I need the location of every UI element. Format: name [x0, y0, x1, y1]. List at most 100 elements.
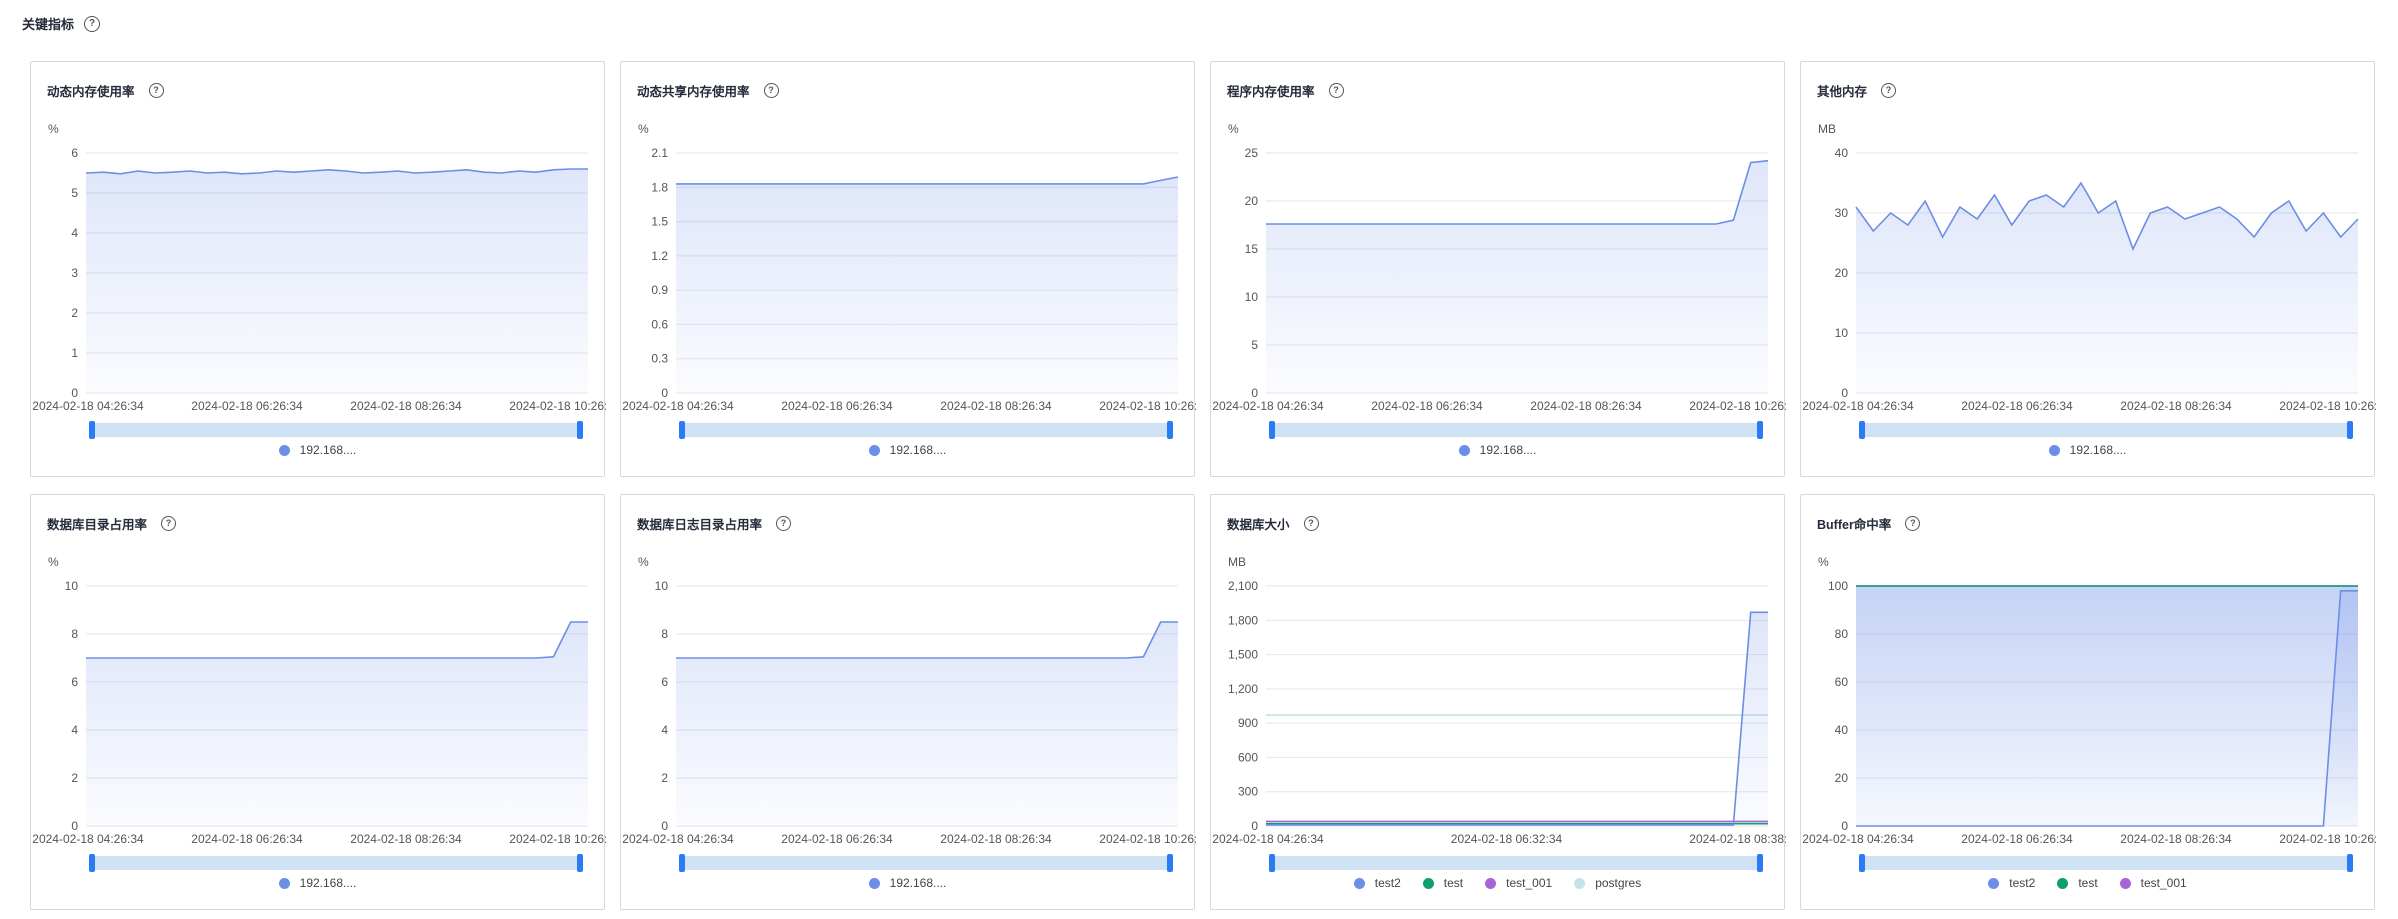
slider-handle-left[interactable]	[89, 421, 95, 439]
legend-item[interactable]: 192.168....	[278, 443, 357, 457]
slider-handle-left[interactable]	[679, 421, 685, 439]
legend-label: 192.168....	[1479, 443, 1537, 457]
legend-item[interactable]: 192.168....	[2048, 443, 2127, 457]
y-tick-label: 8	[71, 627, 78, 641]
legend-item[interactable]: test2	[1353, 876, 1401, 890]
zoom-slider[interactable]	[1271, 423, 1763, 437]
question-circle-icon[interactable]: ?	[84, 15, 101, 32]
legend-dot-icon	[1574, 877, 1586, 889]
series-area	[86, 169, 588, 393]
zoom-slider[interactable]	[1861, 856, 2353, 870]
y-tick-label: 1,800	[1228, 613, 1258, 627]
chart-legend: 192.168....	[621, 443, 1194, 457]
x-tick-label: 2024-02-18 10:26:34	[2279, 399, 2376, 413]
legend-item[interactable]: 192.168....	[278, 876, 357, 890]
slider-handle-right[interactable]	[577, 421, 583, 439]
x-tick-label: 2024-02-18 08:26:34	[940, 832, 1052, 846]
area-chart: MB 0 300 600 900 1,200 1,500 1,800 2,100 2024-02-…	[1212, 555, 1786, 872]
zoom-slider[interactable]	[1271, 856, 1763, 870]
slider-handle-left[interactable]	[679, 854, 685, 872]
y-tick-label: 4	[71, 226, 78, 240]
slider-handle-right[interactable]	[1757, 854, 1763, 872]
slider-handle-left[interactable]	[1859, 421, 1865, 439]
legend-label: 192.168....	[299, 443, 357, 457]
x-tick-label: 2024-02-18 08:38:34	[1689, 832, 1786, 846]
legend-item[interactable]: test_001	[2119, 876, 2187, 890]
zoom-slider[interactable]	[91, 856, 583, 870]
legend-label: 192.168....	[299, 876, 357, 890]
chart-legend: 192.168....	[1211, 443, 1784, 457]
legend-item[interactable]: 192.168....	[868, 876, 946, 890]
slider-handle-right[interactable]	[2347, 421, 2353, 439]
y-tick-label: 8	[661, 627, 668, 641]
legend-dot-icon	[278, 444, 290, 456]
y-tick-label: 100	[1828, 579, 1848, 593]
legend-label: test	[1443, 876, 1464, 890]
legend-label: 192.168....	[2069, 443, 2127, 457]
y-unit-label: MB	[1818, 122, 1836, 136]
area-chart: % 0 20 40 60 80 100 2024-02-18 04:26:34 2024-02-…	[1802, 555, 2376, 872]
legend-item[interactable]: postgres	[1574, 876, 1641, 890]
legend-item[interactable]: test	[2057, 876, 2098, 890]
y-tick-label: 1.2	[651, 249, 668, 263]
x-tick-label: 2024-02-18 08:26:34	[1530, 399, 1642, 413]
slider-handle-left[interactable]	[1269, 421, 1275, 439]
y-tick-label: 60	[1835, 675, 1849, 689]
x-tick-label: 2024-02-18 04:26:34	[32, 832, 144, 846]
metric-card: Buffer命中率?% 0 20 40 60 80 100 2024-02-18 04:26:…	[1800, 494, 2376, 910]
series-line[interactable]	[86, 621, 588, 659]
metric-card: 程序内存使用率?% 0 5 10 15 20 25 2024-02-18 04:26:34 20…	[1210, 61, 1786, 477]
slider-handle-left[interactable]	[1269, 854, 1275, 872]
series-area	[1266, 160, 1768, 393]
y-tick-label: 0	[1841, 386, 1848, 400]
zoom-slider[interactable]	[681, 423, 1173, 437]
y-tick-label: 0	[661, 386, 668, 400]
y-unit-label: %	[638, 122, 649, 136]
slider-handle-right[interactable]	[577, 854, 583, 872]
y-tick-label: 0	[1841, 819, 1848, 833]
slider-handle-right[interactable]	[1167, 421, 1173, 439]
x-tick-label: 2024-02-18 04:26:34	[1212, 832, 1324, 846]
zoom-slider[interactable]	[1861, 423, 2353, 437]
legend-item[interactable]: 192.168....	[868, 443, 946, 457]
slider-handle-left[interactable]	[1859, 854, 1865, 872]
y-tick-label: 2	[661, 771, 668, 785]
series-line[interactable]	[1266, 611, 1768, 826]
y-tick-label: 40	[1835, 146, 1849, 160]
slider-handle-right[interactable]	[1167, 854, 1173, 872]
legend-item[interactable]: test2	[1988, 876, 2035, 890]
chart-legend: 192.168....	[1801, 443, 2374, 457]
zoom-slider[interactable]	[681, 856, 1173, 870]
legend-dot-icon	[278, 877, 290, 889]
page-title: 关键指标	[22, 17, 75, 32]
metric-card: 数据库目录占用率?% 0 2 4 6 8 10 2024-02-18 04:26:34 2024…	[30, 494, 606, 910]
metric-card: 动态内存使用率?% 0 1 2 3 4 5 6 2024-02-18 04:26:34 2024-…	[30, 61, 606, 477]
y-tick-label: 0.9	[651, 283, 668, 297]
area-chart: % 0 5 10 15 20 25 2024-02-18 04:26:34 2024-02-18…	[1212, 122, 1786, 439]
x-tick-label: 2024-02-18 06:26:34	[1961, 399, 2073, 413]
chart-legend: 192.168....	[31, 443, 604, 457]
series-line[interactable]	[676, 176, 1179, 185]
x-tick-label: 2024-02-18 10:26:34	[1099, 399, 1196, 413]
legend-item[interactable]: 192.168....	[1458, 443, 1537, 457]
legend-dot-icon	[2057, 877, 2069, 889]
legend-label: test2	[1374, 876, 1401, 890]
slider-handle-left[interactable]	[89, 854, 95, 872]
legend-item[interactable]: test_001	[1485, 876, 1552, 890]
y-tick-label: 4	[71, 723, 78, 737]
metric-card: 数据库日志目录占用率?% 0 2 4 6 8 10 2024-02-18 04:26:34 20…	[620, 494, 1196, 910]
legend-item[interactable]: test	[1422, 876, 1464, 890]
metric-card: 数据库大小? MB 0 300 600 900 1,200 1,500 1,800 2,100 20…	[1210, 494, 1786, 910]
slider-handle-right[interactable]	[2347, 854, 2353, 872]
x-tick-label: 2024-02-18 08:26:34	[940, 399, 1052, 413]
y-tick-label: 6	[71, 146, 78, 160]
y-tick-label: 10	[1835, 326, 1849, 340]
chart-legend: 192.168....	[31, 876, 604, 890]
series-line[interactable]	[1266, 159, 1769, 225]
series-line[interactable]	[676, 621, 1178, 659]
y-tick-label: 20	[1245, 194, 1259, 208]
x-tick-label: 2024-02-18 06:26:34	[1961, 832, 2073, 846]
slider-handle-right[interactable]	[1757, 421, 1763, 439]
x-tick-label: 2024-02-18 06:32:34	[1451, 832, 1563, 846]
zoom-slider[interactable]	[91, 423, 583, 437]
